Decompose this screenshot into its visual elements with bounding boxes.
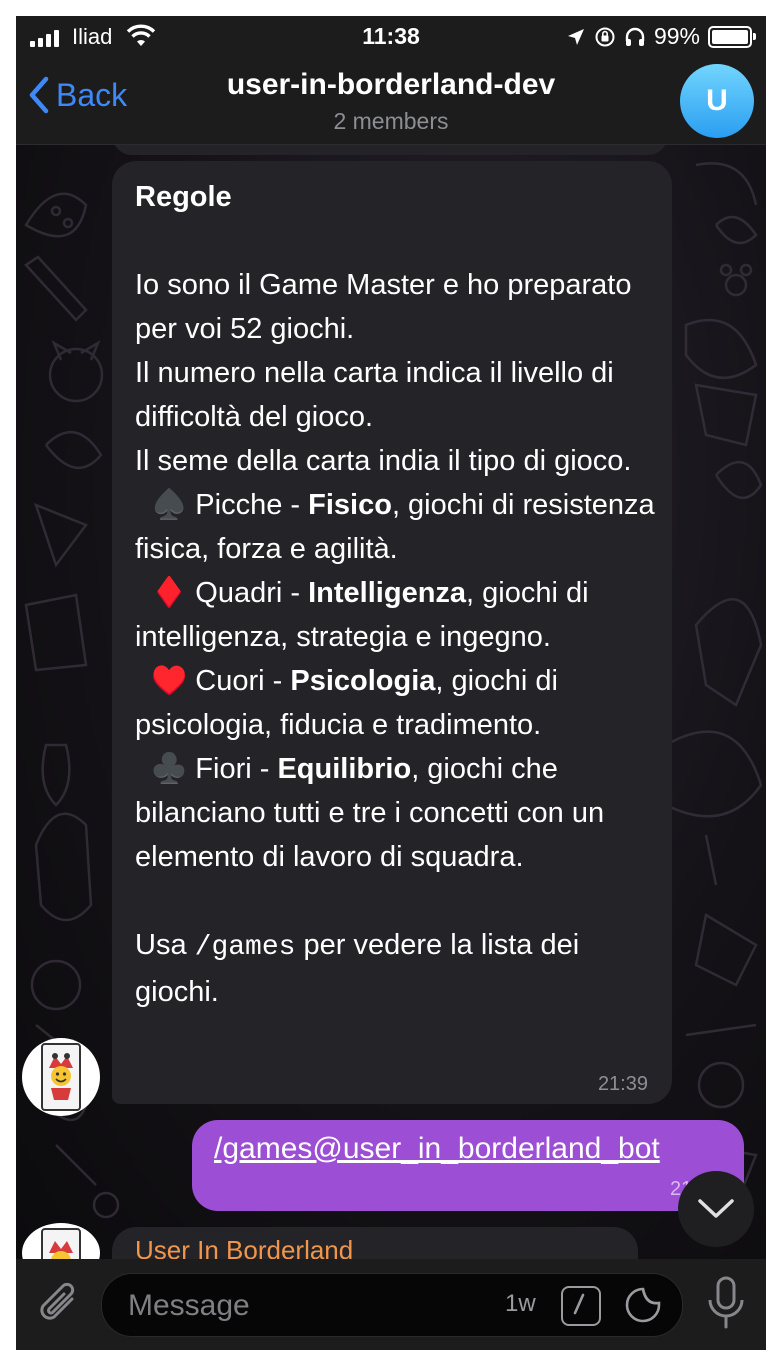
sender-name[interactable]: User In Borderland [135,1235,353,1259]
avatar-letter: U [706,84,728,117]
rules-message-bubble[interactable]: Regole Io sono il Game Master e ho prepa… [112,161,672,1104]
status-right: 99% [566,23,756,50]
games-command-link[interactable]: /games [195,932,296,963]
sent-command-link[interactable]: /games@user_in_borderland_bot [214,1132,660,1166]
rules-title: Regole [135,181,232,213]
rotation-lock-icon [595,27,615,46]
battery-icon [708,25,756,48]
suit-line-spades: ♠️ Picche - Fisico, giochi di resistenza… [135,489,663,565]
suit-line-diamonds: ♦️ Quadri - Intelligenza, giochi di inte… [135,577,597,653]
suit-line-hearts: ♥️ Cuori - Psicologia, giochi di psicolo… [135,665,566,741]
message-field: 1w [101,1273,683,1338]
headphones-icon [625,27,645,46]
rules-intro: Io sono il Game Master e ho preparato pe… [135,269,632,477]
scroll-down-button[interactable] [678,1171,754,1247]
bot-commands-button[interactable] [561,1286,601,1326]
phone-screen: Iliad 11:38 99% Back user-in-borderland-… [16,16,766,1350]
slash-icon [573,1293,585,1315]
suit-line-clubs: ♣️ Fiori - Equilibrio, giochi che bilanc… [135,753,613,873]
message-input-bar: 1w [16,1259,766,1350]
previous-message-bubble [112,145,668,155]
rules-message-text: Regole Io sono il Game Master e ho prepa… [135,175,655,1014]
chevron-down-icon [698,1199,734,1218]
spade-icon: ♠️ [151,489,188,521]
chat-area[interactable]: Regole Io sono il Game Master e ho prepa… [16,145,766,1259]
next-message-bubble[interactable]: User In Borderland [112,1227,638,1259]
group-avatar[interactable]: U [680,64,754,138]
microphone-icon[interactable] [706,1275,746,1331]
sent-message-bubble[interactable]: /games@user_in_borderland_bot 21:42 [192,1120,744,1211]
status-bar: Iliad 11:38 99% [16,16,766,60]
club-icon: ♣️ [151,753,188,785]
sticker-icon[interactable] [624,1286,662,1324]
location-arrow-icon [567,28,584,45]
heart-icon: ♥️ [151,665,188,697]
jester-card-icon [41,1043,81,1111]
member-count: 2 members [333,108,449,134]
rules-footer: Usa /games per vedere la lista dei gioch… [135,929,588,1008]
message-input[interactable] [126,1274,490,1338]
paperclip-icon[interactable] [36,1279,82,1329]
chat-title[interactable]: user-in-borderland-dev [16,68,766,102]
message-time: 21:39 [597,1073,648,1095]
bot-avatar[interactable] [22,1038,100,1116]
self-destruct-timer[interactable]: 1w [505,1290,536,1318]
battery-percent: 99% [653,23,700,49]
chat-header: Back user-in-borderland-dev 2 members U [16,60,766,145]
diamond-icon: ♦️ [151,577,188,609]
